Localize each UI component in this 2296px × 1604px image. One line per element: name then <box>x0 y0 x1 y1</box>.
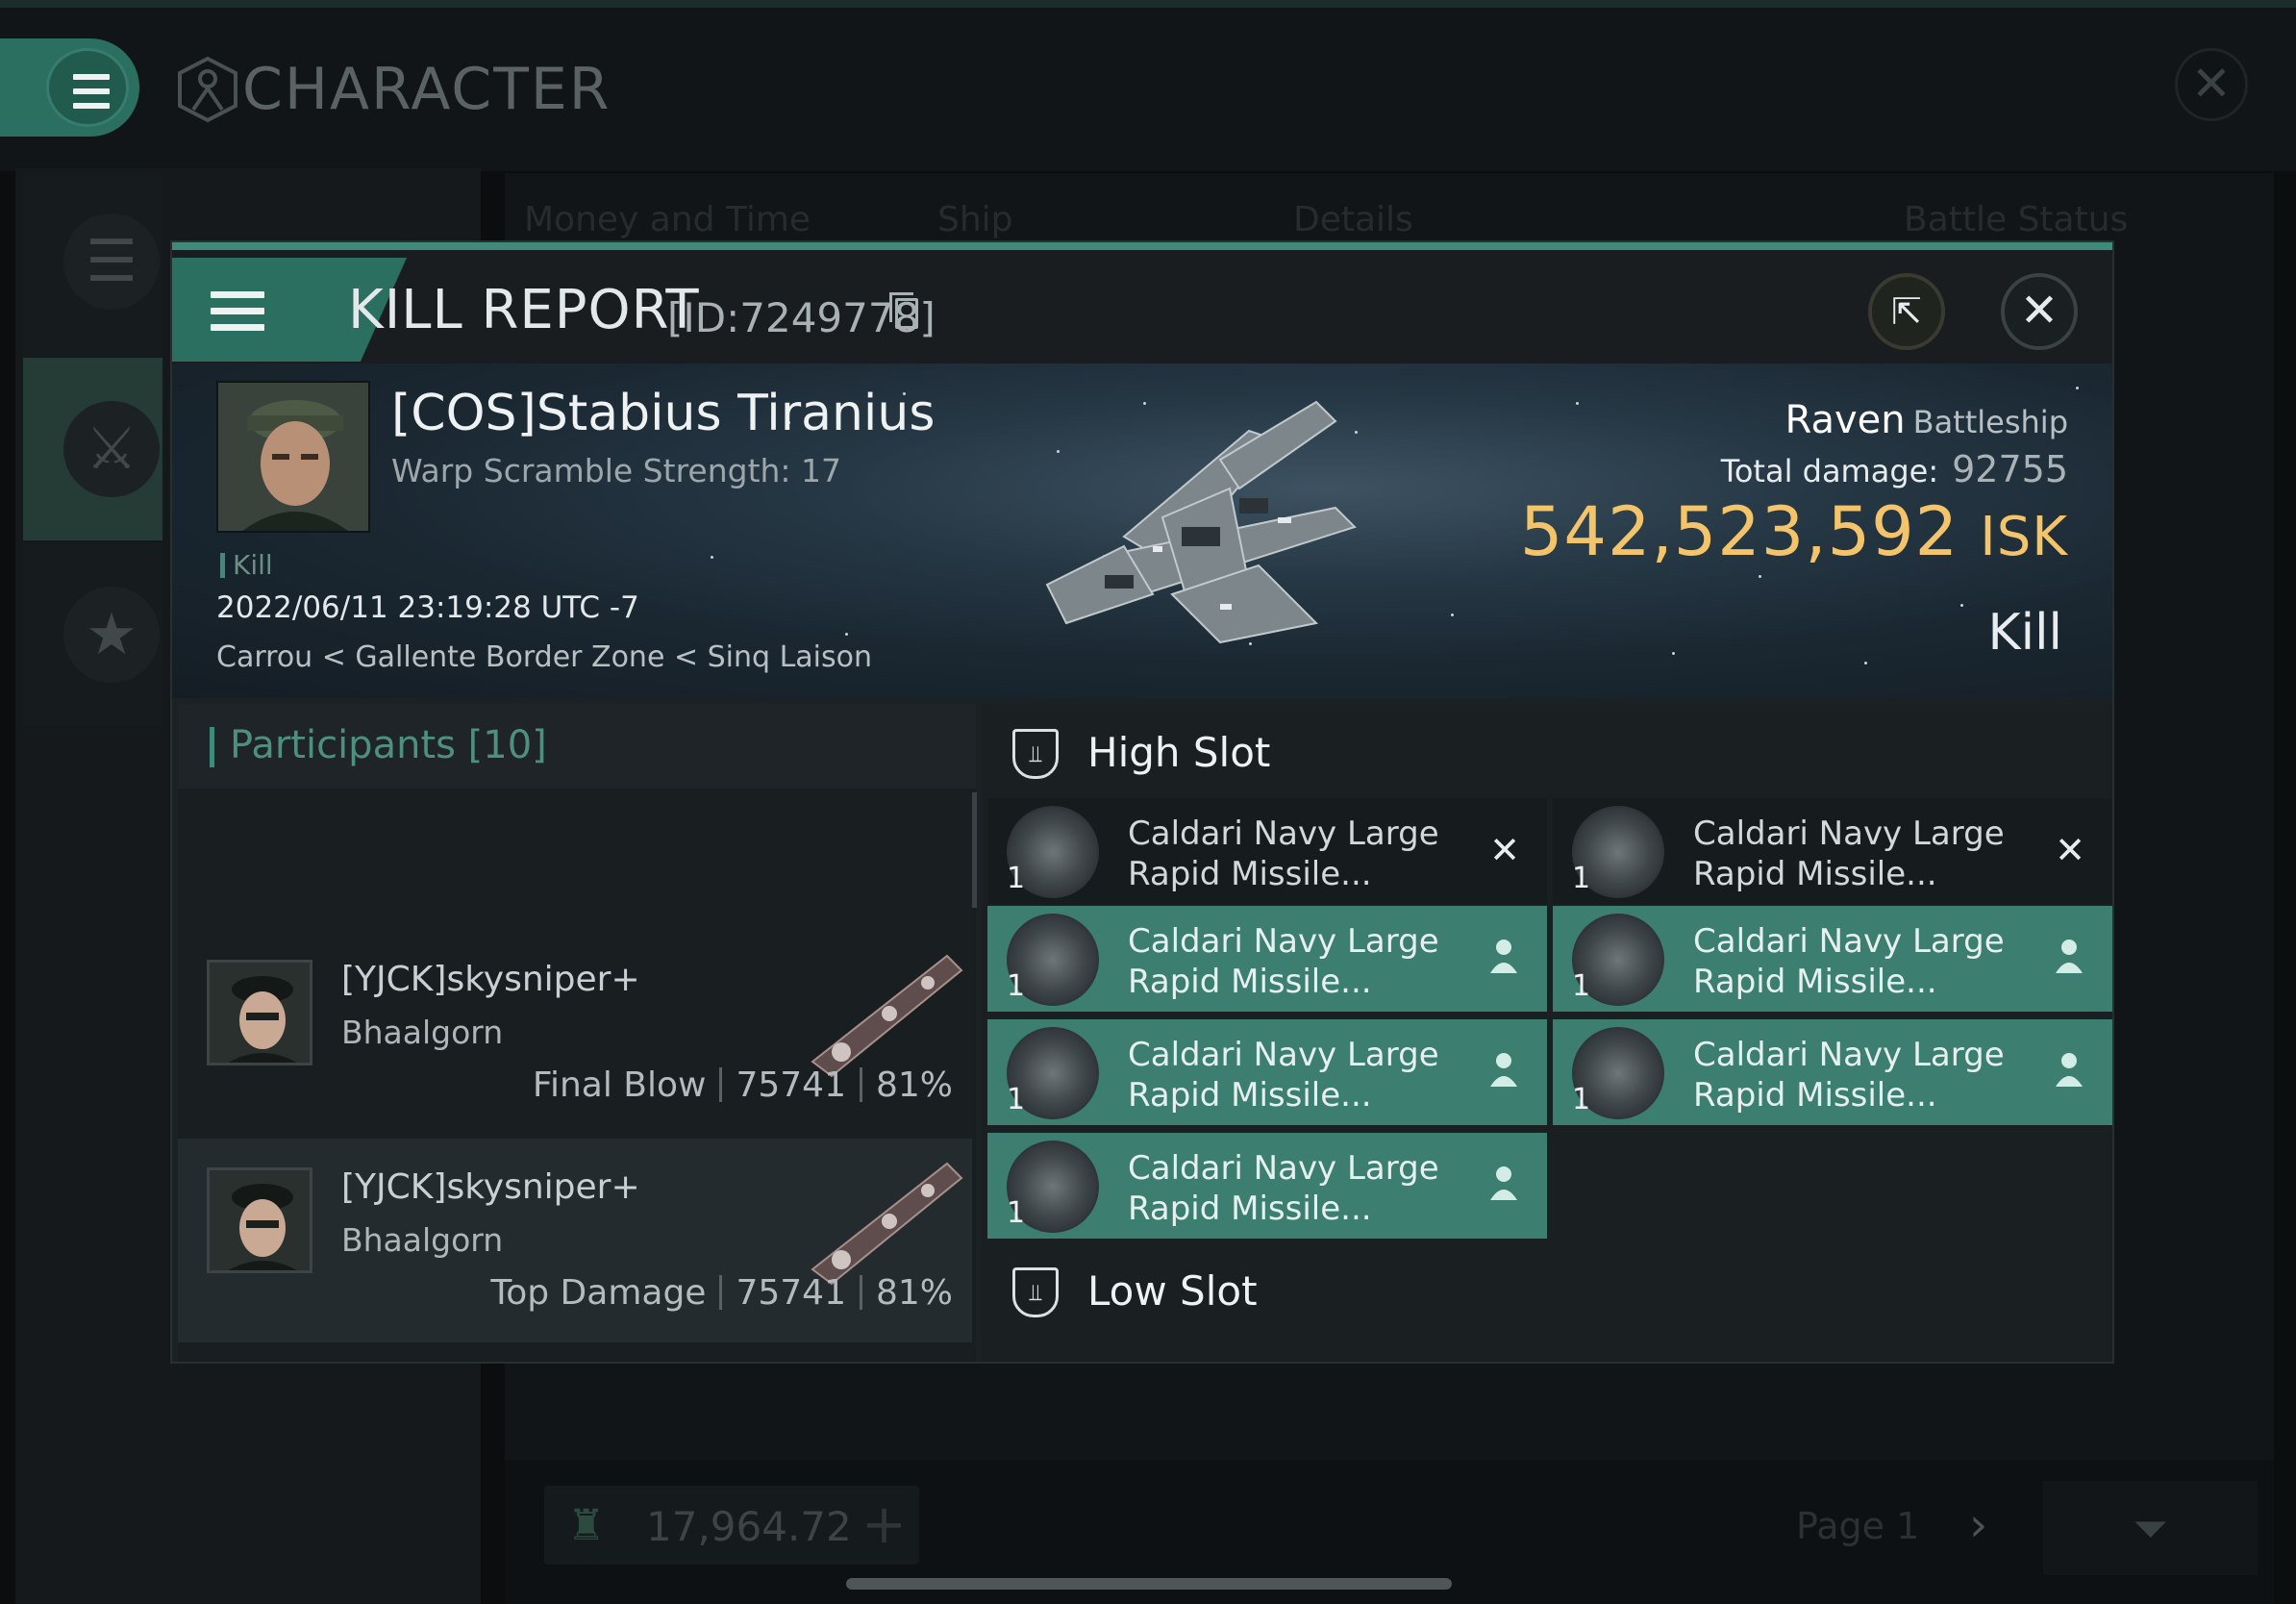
module-name: Caldari Navy Large Rapid Missile... <box>1128 1036 1439 1115</box>
kill-tag: Kill <box>220 549 273 581</box>
person-icon <box>1490 940 1517 973</box>
victim-portrait[interactable] <box>216 381 370 533</box>
participant-role: Final Blow <box>532 1065 707 1105</box>
hamburger-icon <box>211 291 264 340</box>
module-item[interactable]: 1 Caldari Navy Large Rapid Missile... <box>1553 1019 2112 1125</box>
ship-class: Battleship <box>1912 404 2068 440</box>
character-title: CHARACTER <box>242 56 611 123</box>
column-details[interactable]: Details <box>1293 200 1413 239</box>
column-ship[interactable]: Ship <box>937 200 1013 239</box>
kill-report-menu-button[interactable] <box>172 258 316 362</box>
module-name: Caldari Navy Large Rapid Missile... <box>1128 922 1439 1001</box>
list-icon: ☰ <box>63 213 160 310</box>
column-money-and-time[interactable]: Money and Time <box>524 200 811 239</box>
low-slot-icon: ⫫ <box>1012 1267 1059 1317</box>
module-item[interactable]: 1 Caldari Navy Large Rapid Missile... <box>987 1133 1547 1239</box>
participant-percent: 81% <box>875 1273 953 1313</box>
module-name: Caldari Navy Large Rapid Missile... <box>1693 815 2005 893</box>
page-indicator: Page 1 <box>1796 1505 1920 1547</box>
low-slot-title: Low Slot <box>1087 1267 1258 1315</box>
participants-title: Participants [10] <box>230 723 547 767</box>
person-icon <box>1490 1053 1517 1087</box>
high-slot-header: ⫫ High Slot <box>982 704 2112 798</box>
participant-damage: 75741 <box>736 1273 846 1313</box>
weapon-icon <box>811 954 963 1078</box>
participant-row[interactable]: [YJCK]skysniper+ Bhaalgorn Final Blow 757… <box>178 931 972 1135</box>
kill-location[interactable]: Carrou < Gallente Border Zone < Sinq Lai… <box>216 640 872 674</box>
participants-header[interactable]: Participants [10] <box>178 704 976 789</box>
home-indicator <box>846 1578 1452 1590</box>
kill-report-modal: KILL REPORT [ID:7249778] ⇱ ✕ [COS]Stabiu… <box>170 240 2114 1364</box>
top-accent-line <box>0 0 2296 8</box>
participant-stats: Top Damage 75741 81% <box>490 1273 953 1313</box>
person-icon <box>2056 1053 2083 1087</box>
sidebar-combat-button[interactable]: ⚔ <box>23 358 162 540</box>
participant-damage: 75741 <box>736 1065 846 1105</box>
participant-percent: 81% <box>875 1065 953 1105</box>
participants-scrollbar[interactable] <box>972 792 977 908</box>
kill-report-title: KILL REPORT <box>348 279 700 341</box>
module-name: Caldari Navy Large Rapid Missile... <box>1693 922 2005 1001</box>
participant-portrait <box>207 1167 312 1273</box>
wallet-value: 17,964.72 <box>646 1503 852 1550</box>
share-icon[interactable]: ⇱ <box>1868 273 1945 350</box>
character-close-icon[interactable]: ✕ <box>2175 48 2248 121</box>
weapon-icon <box>811 1162 963 1286</box>
participant-portrait <box>207 960 312 1065</box>
module-item[interactable]: 1 Caldari Navy Large Rapid Missile... <box>987 1019 1547 1125</box>
column-battle-status[interactable]: Battle Status <box>1904 200 2128 239</box>
main-menu-ring <box>46 48 129 127</box>
destroyed-icon: ✕ <box>2055 829 2085 871</box>
wallet-icon: ♜ <box>567 1501 606 1550</box>
participants-panel: Participants [10] [YJCK]skysniper+ Bhaal… <box>178 704 977 1362</box>
kill-report-header: KILL REPORT [ID:7249778] ⇱ ✕ <box>172 242 2112 363</box>
sidebar-star-button[interactable]: ★ <box>23 543 162 726</box>
low-slot-header: ⫫ Low Slot <box>982 1242 2112 1337</box>
hamburger-icon <box>73 74 110 117</box>
kill-datetime: 2022/06/11 23:19:28 UTC -7 <box>216 590 639 625</box>
add-funds-button[interactable]: + <box>861 1493 907 1556</box>
fitting-panel: ⫫ High Slot 1 Caldari Navy Large Rapid M… <box>982 704 2112 1362</box>
victim-banner: [COS]Stabius Tiranius Warp Scramble Stre… <box>172 363 2112 698</box>
module-item[interactable]: 1 Caldari Navy Large Rapid Missile... ✕ <box>1553 798 2112 904</box>
result-label: Kill <box>1987 604 2062 662</box>
module-name: Caldari Navy Large Rapid Missile... <box>1128 815 1439 893</box>
participant-ship: Bhaalgorn <box>341 1014 504 1051</box>
module-name: Caldari Navy Large Rapid Missile... <box>1693 1036 2005 1115</box>
main-menu-button[interactable] <box>0 38 139 137</box>
participant-name: [YJCK]skysniper+ <box>341 1167 640 1207</box>
participant-stats: Final Blow 75741 81% <box>533 1065 953 1105</box>
person-icon <box>2056 940 2083 973</box>
ship-name[interactable]: Raven Battleship <box>1785 398 2068 442</box>
raven-ship-image <box>1045 400 1357 644</box>
star-icon: ★ <box>63 587 160 683</box>
copy-icon[interactable] <box>889 292 918 329</box>
total-damage: Total damage: 92755 <box>1720 448 2068 490</box>
module-item[interactable]: 1 Caldari Navy Large Rapid Missile... <box>1553 906 2112 1012</box>
high-slot-icon: ⫫ <box>1012 729 1059 779</box>
filter-button[interactable]: ⏷ <box>2043 1481 2258 1575</box>
participant-ship: Bhaalgorn <box>341 1221 504 1259</box>
close-icon[interactable]: ✕ <box>2001 273 2078 350</box>
victim-name[interactable]: [COS]Stabius Tiranius <box>391 385 935 442</box>
isk-unit: ISK <box>1980 506 2068 568</box>
filter-icon: ⏷ <box>2133 1502 2168 1554</box>
total-damage-value: 92755 <box>1952 448 2068 490</box>
high-slot-title: High Slot <box>1087 729 1271 776</box>
module-name: Caldari Navy Large Rapid Missile... <box>1128 1149 1439 1228</box>
character-icon <box>178 56 237 123</box>
person-icon <box>1490 1166 1517 1200</box>
warp-scramble-strength: Warp Scramble Strength: 17 <box>391 452 842 489</box>
next-page-icon[interactable]: › <box>1969 1498 1987 1552</box>
module-item[interactable]: 1 Caldari Navy Large Rapid Missile... <box>987 906 1547 1012</box>
participant-row[interactable]: [YJCK]skysniper+ Bhaalgorn Top Damage 757… <box>178 1139 972 1342</box>
module-item[interactable]: 1 Caldari Navy Large Rapid Missile... ✕ <box>987 798 1547 904</box>
crossed-swords-icon: ⚔ <box>63 401 160 497</box>
participant-name: [YJCK]skysniper+ <box>341 960 640 999</box>
sidebar-menu-button[interactable]: ☰ <box>23 173 162 356</box>
participant-role: Top Damage <box>490 1273 707 1313</box>
destroyed-icon: ✕ <box>1489 829 1520 871</box>
wallet-box: ♜ 17,964.72 + <box>544 1486 919 1565</box>
isk-value: 542,523,592 ISK <box>1519 492 2068 571</box>
